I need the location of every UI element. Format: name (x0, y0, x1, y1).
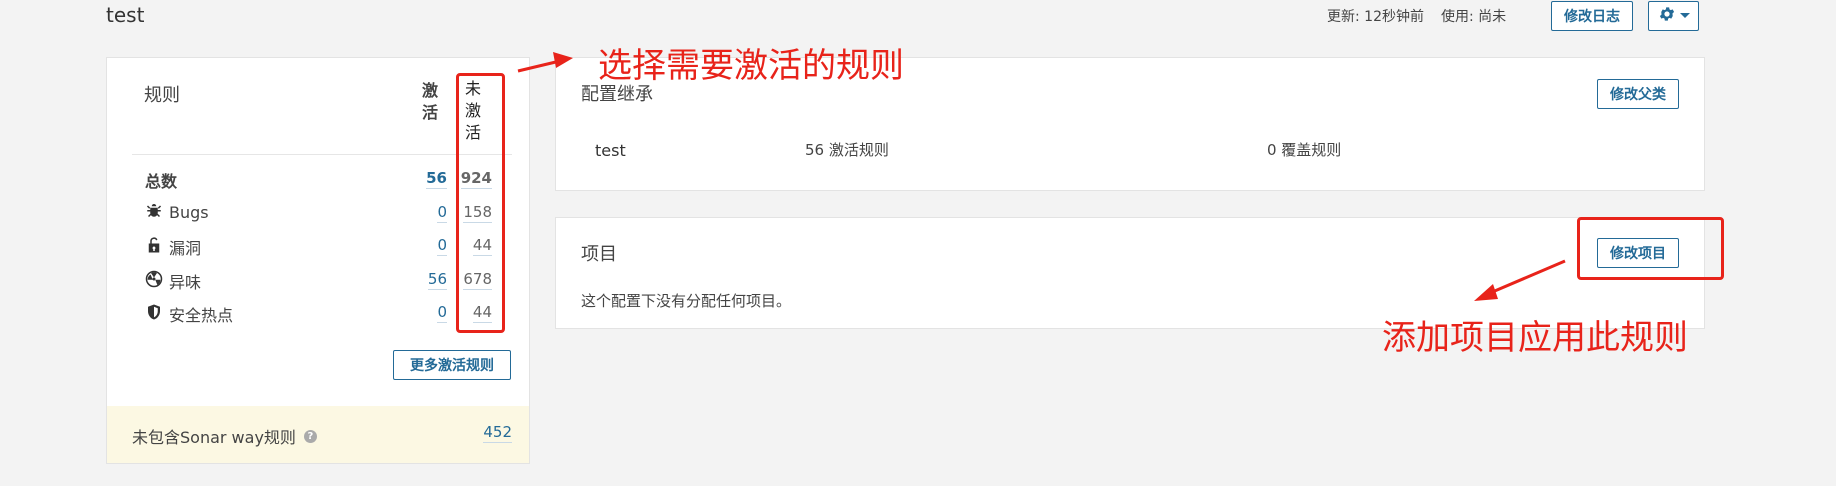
annotation-select-rules: 选择需要激活的规则 (598, 46, 904, 86)
arrow-to-change-projects (1474, 259, 1566, 301)
annotation-arrows (517, 52, 1566, 301)
arrow-to-inactive-column (517, 52, 573, 73)
annotation-add-project: 添加项目应用此规则 (1382, 318, 1688, 358)
